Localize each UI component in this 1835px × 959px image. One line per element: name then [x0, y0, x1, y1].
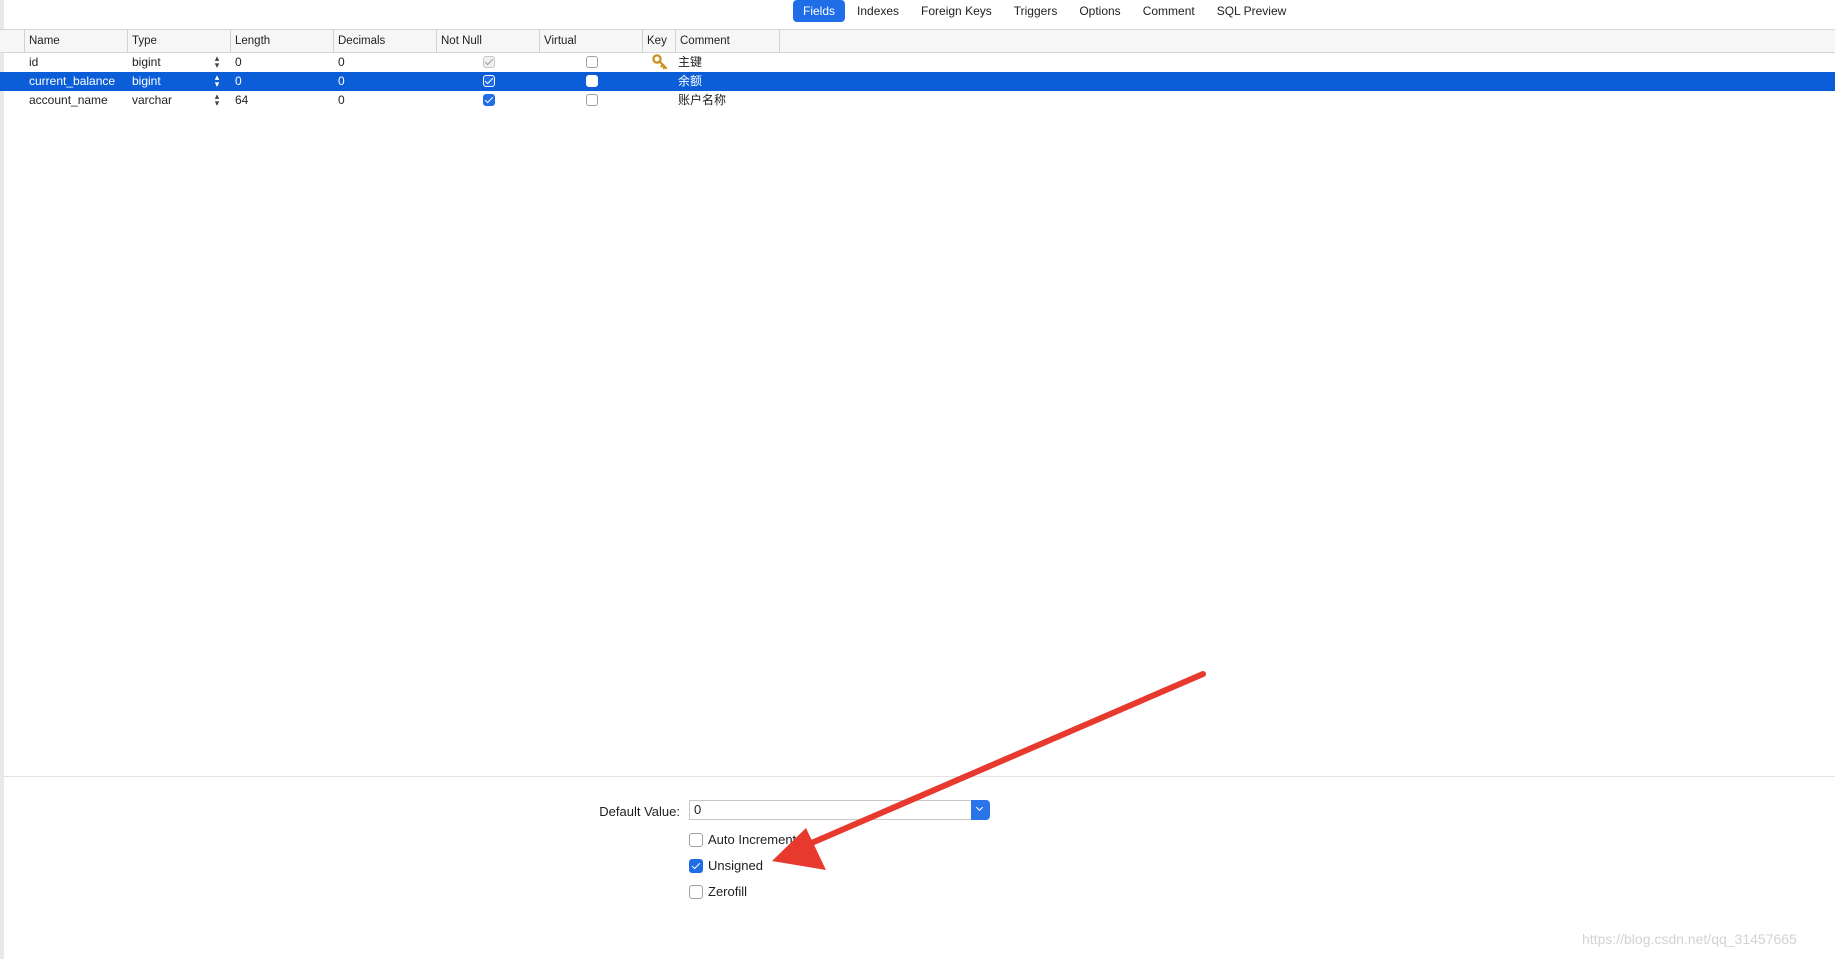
- cell-comment[interactable]: 账户名称: [678, 91, 726, 110]
- tab-sql-preview[interactable]: SQL Preview: [1207, 0, 1297, 22]
- tabs: Fields Indexes Foreign Keys Triggers Opt…: [793, 0, 1298, 22]
- unsigned-checkbox[interactable]: [689, 859, 703, 873]
- zerofill-label: Zerofill: [708, 884, 748, 899]
- default-value-label: Default Value:: [599, 804, 680, 819]
- auto-increment-label: Auto Increment: [708, 832, 797, 847]
- header-decimals[interactable]: Decimals: [334, 30, 437, 52]
- cell-type[interactable]: varchar: [132, 91, 172, 110]
- auto-increment-option[interactable]: Auto Increment: [689, 831, 796, 849]
- cell-length[interactable]: 0: [235, 53, 242, 72]
- tab-comment[interactable]: Comment: [1133, 0, 1205, 22]
- header-not-null[interactable]: Not Null: [437, 30, 540, 52]
- virtual-checkbox[interactable]: [586, 75, 598, 87]
- tab-foreign-keys[interactable]: Foreign Keys: [911, 0, 1002, 22]
- tab-triggers[interactable]: Triggers: [1004, 0, 1068, 22]
- header-type[interactable]: Type: [128, 30, 231, 52]
- virtual-checkbox[interactable]: [586, 56, 598, 68]
- zerofill-checkbox[interactable]: [689, 885, 703, 899]
- watermark: https://blog.csdn.net/qq_31457665: [1582, 931, 1797, 947]
- cell-comment[interactable]: 余额: [678, 72, 702, 91]
- cell-length[interactable]: 0: [235, 72, 242, 91]
- tab-bar: Fields Indexes Foreign Keys Triggers Opt…: [0, 0, 1835, 28]
- table-row[interactable]: account_name varchar ▴ ▾ 64 0 账户名称: [0, 91, 1835, 110]
- stepper-icon[interactable]: ▴ ▾: [212, 54, 222, 70]
- header-comment[interactable]: Comment: [676, 30, 780, 52]
- zerofill-option[interactable]: Zerofill: [689, 883, 747, 901]
- table-row[interactable]: id bigint ▴ ▾ 0 0 主键: [0, 53, 1835, 72]
- header-virtual[interactable]: Virtual: [540, 30, 643, 52]
- cell-comment[interactable]: 主键: [678, 53, 702, 72]
- cell-decimals[interactable]: 0: [338, 72, 345, 91]
- tab-fields[interactable]: Fields: [793, 0, 846, 22]
- cell-name[interactable]: current_balance: [29, 72, 115, 91]
- cell-name[interactable]: account_name: [29, 91, 108, 110]
- header-length[interactable]: Length: [231, 30, 334, 52]
- default-value-input[interactable]: 0: [689, 800, 972, 820]
- unsigned-label: Unsigned: [708, 858, 763, 873]
- cell-length[interactable]: 64: [235, 91, 248, 110]
- unsigned-option[interactable]: Unsigned: [689, 857, 763, 875]
- table-row[interactable]: current_balance bigint ▴ ▾ 0 0 余额: [0, 72, 1835, 91]
- virtual-checkbox[interactable]: [586, 94, 598, 106]
- tab-options[interactable]: Options: [1069, 0, 1130, 22]
- header-spacer: [0, 30, 25, 52]
- auto-increment-checkbox[interactable]: [689, 833, 703, 847]
- stepper-icon[interactable]: ▴ ▾: [212, 92, 222, 108]
- not-null-checkbox[interactable]: [483, 56, 495, 68]
- header-name[interactable]: Name: [25, 30, 128, 52]
- not-null-checkbox[interactable]: [483, 75, 495, 87]
- header-key[interactable]: Key: [643, 30, 676, 52]
- not-null-checkbox[interactable]: [483, 94, 495, 106]
- cell-type[interactable]: bigint: [132, 53, 161, 72]
- chevron-down-icon[interactable]: [971, 800, 990, 820]
- stepper-icon[interactable]: ▴ ▾: [212, 73, 222, 89]
- cell-decimals[interactable]: 0: [338, 53, 345, 72]
- panel-divider: [4, 776, 1835, 777]
- table-header: Name Type Length Decimals Not Null Virtu…: [0, 29, 1835, 53]
- cell-decimals[interactable]: 0: [338, 91, 345, 110]
- key-icon: [652, 54, 668, 70]
- tab-indexes[interactable]: Indexes: [847, 0, 909, 22]
- cell-type[interactable]: bigint: [132, 72, 161, 91]
- cell-name[interactable]: id: [29, 53, 38, 72]
- left-edge: [0, 0, 4, 959]
